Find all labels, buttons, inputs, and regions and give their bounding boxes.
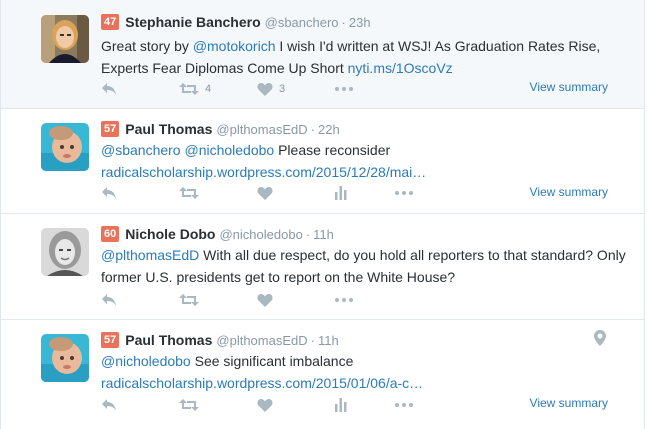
like-button[interactable] [257, 186, 335, 200]
mention-link[interactable]: @motokorich [193, 38, 276, 54]
retweet-count: 4 [205, 83, 212, 95]
tweet-actions [101, 183, 413, 203]
avatar[interactable] [41, 123, 89, 171]
more-button[interactable] [335, 87, 353, 91]
author-name[interactable]: Stephanie Banchero [125, 14, 260, 30]
view-summary-link[interactable]: View summary [530, 80, 608, 94]
tweet-text: @nicholedobo See significant imbalance r… [101, 350, 631, 394]
reply-icon [102, 399, 116, 411]
timestamp[interactable]: 23h [349, 15, 371, 30]
author-name[interactable]: Nichole Dobo [125, 226, 215, 242]
tweet-actions [101, 290, 353, 310]
timeline: 47 Stephanie Banchero @sbanchero · 23h G… [0, 0, 645, 429]
reply-button[interactable] [101, 398, 179, 412]
score-badge: 57 [101, 332, 120, 348]
author-name[interactable]: Paul Thomas [125, 121, 212, 137]
analytics-icon [335, 398, 347, 412]
mention-link[interactable]: @nicholedobo [101, 353, 191, 369]
author-name[interactable]: Paul Thomas [125, 332, 212, 348]
url-link[interactable]: radicalscholarship.wordpress.com/2015/12… [101, 164, 426, 180]
url-link[interactable]: nyti.ms/1OscoVz [348, 60, 453, 76]
score-badge: 47 [101, 14, 120, 30]
tweet-text: @plthomasEdD With all due respect, do yo… [101, 244, 631, 288]
more-button[interactable] [335, 298, 353, 302]
separator: · [341, 14, 346, 30]
tweet-header: 60 Nichole Dobo @nicholedobo · 11h [101, 224, 334, 244]
retweet-icon [179, 294, 199, 306]
reply-button[interactable] [101, 82, 179, 96]
like-icon [257, 399, 273, 412]
reply-button[interactable] [101, 293, 179, 307]
avatar[interactable] [41, 15, 89, 63]
avatar[interactable] [41, 334, 89, 382]
more-icon [335, 298, 353, 302]
tweet-actions [101, 395, 413, 415]
analytics-button[interactable] [335, 398, 395, 412]
more-button[interactable] [395, 191, 413, 195]
retweet-button[interactable] [179, 293, 257, 307]
tweet[interactable]: 47 Stephanie Banchero @sbanchero · 23h G… [1, 0, 644, 109]
tweet[interactable]: 57 Paul Thomas @plthomasEdD · 11h @nicho… [1, 320, 644, 429]
text-segment: See significant imbalance [190, 353, 354, 369]
author-handle[interactable]: @nicholedobo [219, 227, 302, 242]
retweet-button[interactable] [179, 398, 257, 412]
tweet-text: Great story by @motokorich I wish I'd wr… [101, 35, 631, 79]
separator: · [310, 332, 315, 348]
retweet-icon [179, 187, 199, 199]
analytics-icon [335, 186, 347, 200]
location-pin-icon[interactable] [594, 330, 606, 351]
retweet-icon [179, 399, 199, 411]
separator: · [305, 226, 311, 242]
like-icon [257, 83, 273, 96]
reply-icon [102, 187, 116, 199]
more-button[interactable] [395, 403, 413, 407]
tweet[interactable]: 57 Paul Thomas @plthomasEdD · 22h @sbanc… [1, 109, 644, 214]
tweet-text: @sbanchero @nicholedobo Please reconside… [101, 139, 631, 183]
tweet-header: 57 Paul Thomas @plthomasEdD · 22h [101, 119, 340, 139]
tweet-header: 57 Paul Thomas @plthomasEdD · 11h [101, 330, 339, 350]
tweet[interactable]: 60 Nichole Dobo @nicholedobo · 11h @plth… [1, 214, 644, 320]
timestamp[interactable]: 11h [313, 227, 334, 242]
timestamp[interactable]: 11h [318, 333, 339, 348]
reply-icon [102, 83, 116, 95]
retweet-button[interactable] [179, 186, 257, 200]
like-button[interactable] [257, 398, 335, 412]
author-handle[interactable]: @plthomasEdD [216, 122, 307, 137]
text-segment: Great story by [101, 38, 193, 54]
like-count: 3 [279, 83, 286, 95]
avatar[interactable] [41, 228, 89, 276]
text-segment: Please reconsider [274, 142, 391, 158]
reply-button[interactable] [101, 186, 179, 200]
view-summary-link[interactable]: View summary [530, 396, 608, 410]
author-handle[interactable]: @sbanchero [265, 15, 339, 30]
tweet-header: 47 Stephanie Banchero @sbanchero · 23h [101, 12, 371, 32]
more-icon [395, 191, 413, 195]
reply-icon [102, 294, 116, 306]
like-button[interactable] [257, 293, 335, 307]
view-summary-link[interactable]: View summary [530, 185, 608, 199]
retweet-icon [179, 83, 199, 95]
mention-link[interactable]: @sbanchero @nicholedobo [101, 142, 274, 158]
like-icon [257, 294, 273, 307]
like-icon [257, 187, 273, 200]
mention-link[interactable]: @plthomasEdD [101, 247, 199, 263]
score-badge: 57 [101, 121, 120, 137]
tweet-actions: 4 3 [101, 79, 353, 99]
more-icon [335, 87, 353, 91]
url-link[interactable]: radicalscholarship.wordpress.com/2015/01… [101, 375, 423, 391]
analytics-button[interactable] [335, 186, 395, 200]
score-badge: 60 [101, 226, 120, 242]
more-icon [395, 403, 413, 407]
timestamp[interactable]: 22h [318, 122, 340, 137]
author-handle[interactable]: @plthomasEdD [216, 333, 307, 348]
separator: · [310, 121, 315, 137]
like-button[interactable]: 3 [257, 82, 335, 96]
retweet-button[interactable]: 4 [179, 82, 257, 96]
